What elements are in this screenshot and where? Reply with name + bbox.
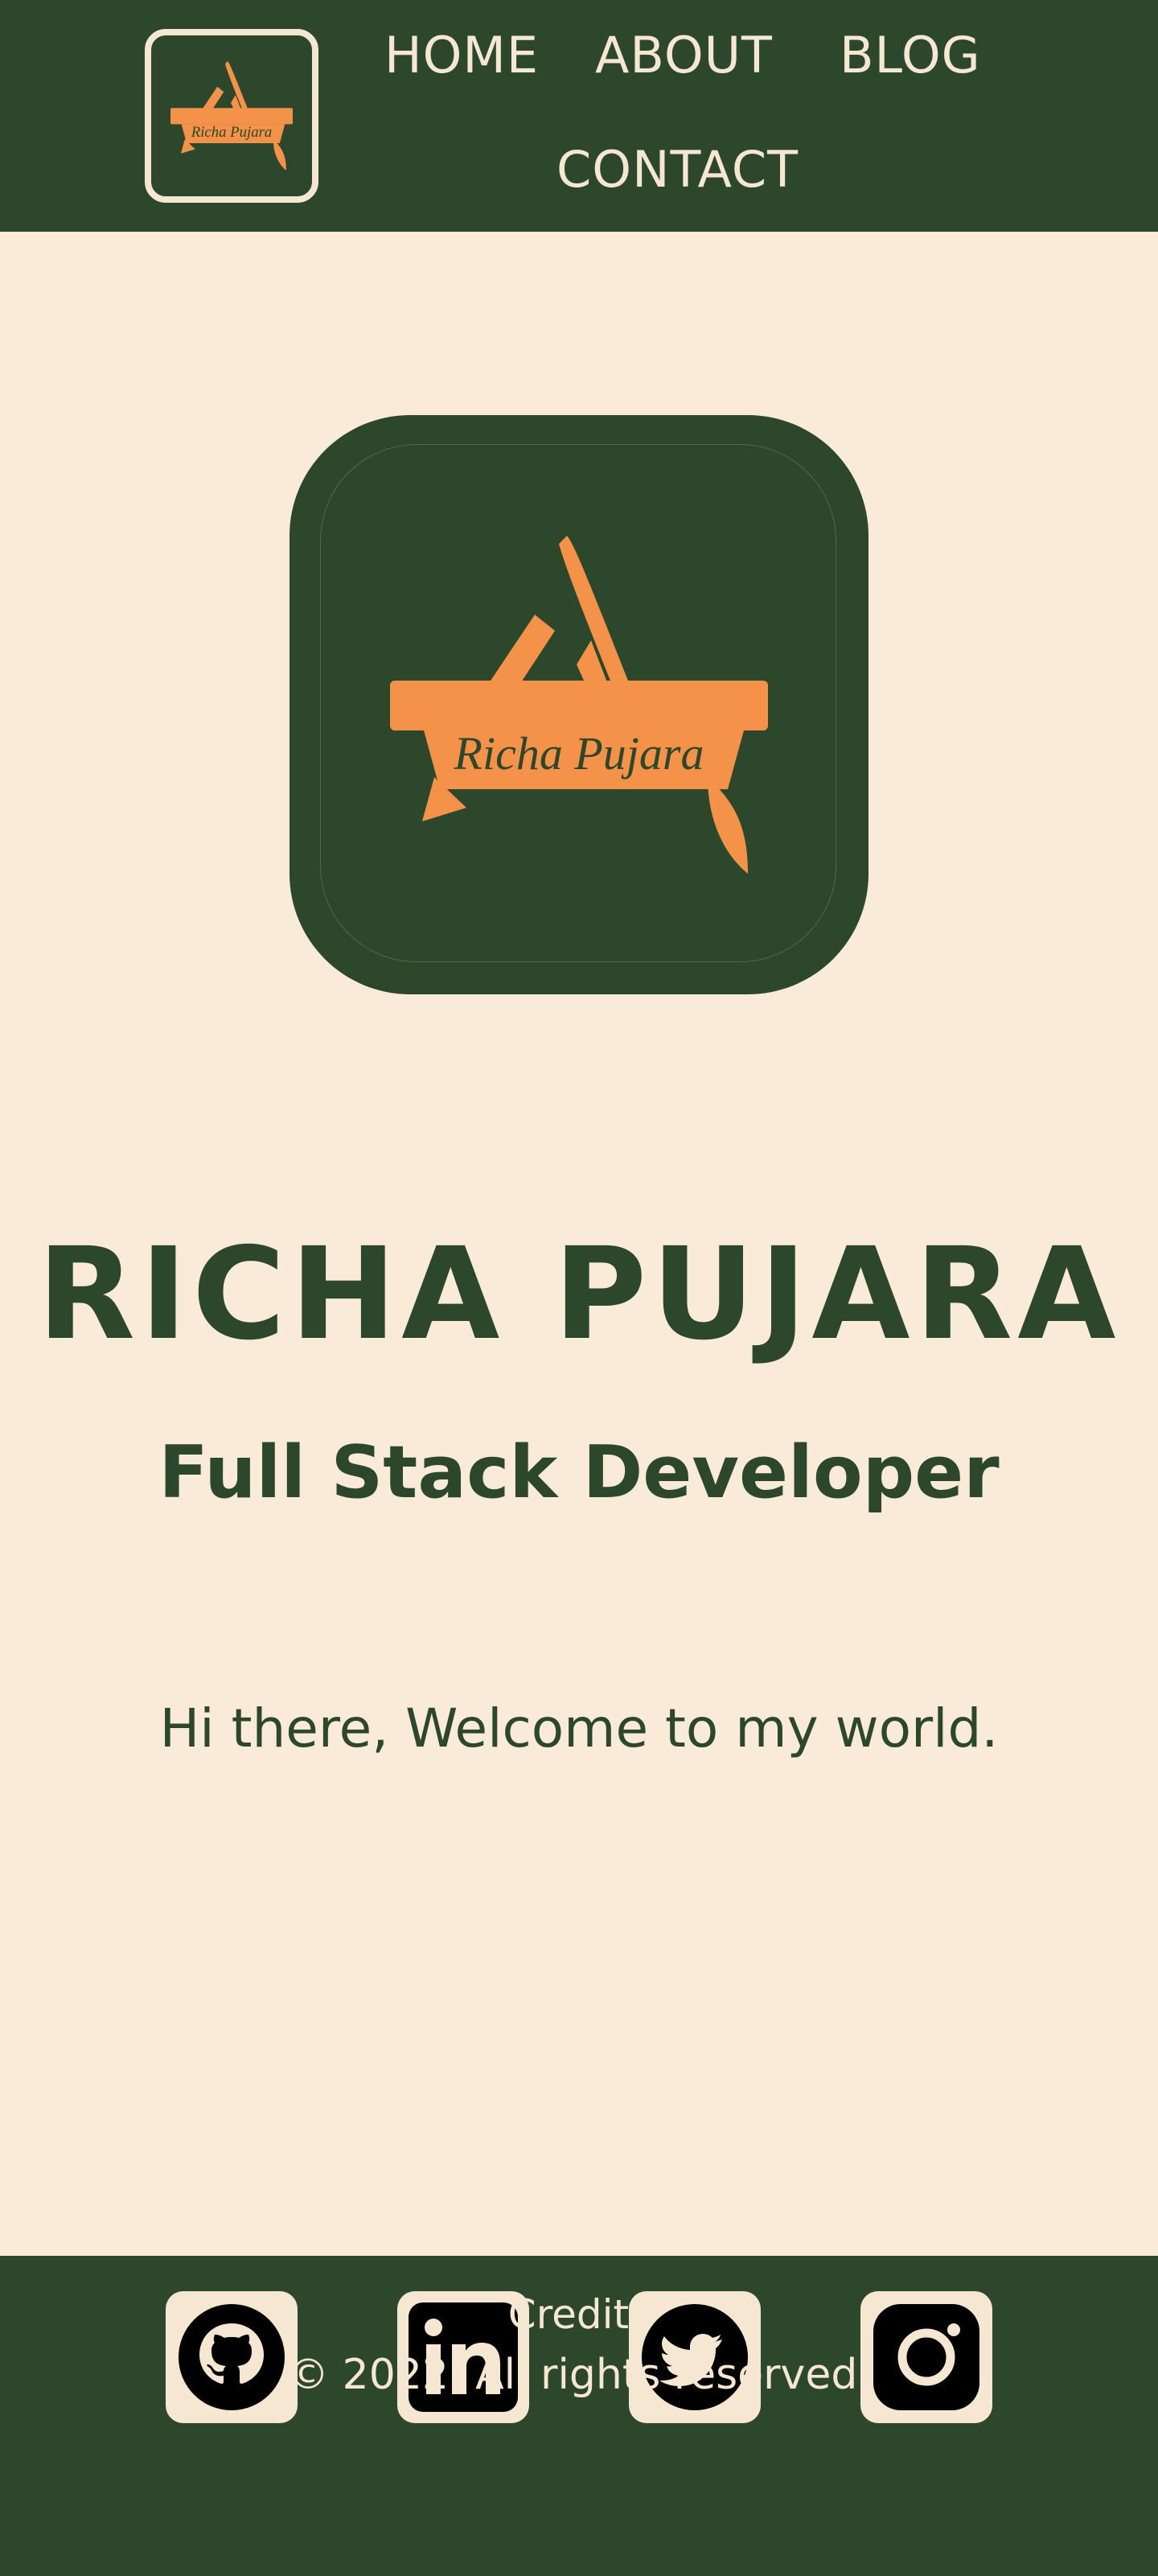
hero-logo-icon: Richa Pujara	[390, 536, 768, 874]
page: Richa Pujara HOME ABOUT BLOG CONTACT Ric…	[0, 0, 1158, 2576]
copyright-text: © 2022. All rights reserved.	[287, 2351, 871, 2399]
logo-link[interactable]: Richa Pujara	[145, 29, 318, 203]
logo-icon: Richa Pujara	[170, 61, 293, 171]
site-header: Richa Pujara HOME ABOUT BLOG CONTACT	[0, 0, 1158, 232]
nav-home[interactable]: HOME	[384, 31, 539, 80]
nav-contact[interactable]: CONTACT	[556, 145, 799, 195]
hero-role: Full Stack Developer	[158, 1430, 1000, 1515]
credits-link[interactable]: Credits	[0, 2294, 1158, 2335]
hero-name: RICHA PUJARA	[37, 1220, 1121, 1368]
logo-wordmark: Richa Pujara	[191, 124, 273, 141]
hero-welcome: Hi there, Welcome to my world.	[159, 1697, 999, 1759]
hero-logo-card: Richa Pujara	[290, 415, 868, 994]
main-nav: HOME ABOUT BLOG CONTACT	[354, 0, 1037, 232]
nav-blog[interactable]: BLOG	[840, 31, 981, 80]
hero-logo-wordmark: Richa Pujara	[454, 727, 704, 780]
nav-about[interactable]: ABOUT	[595, 31, 773, 80]
